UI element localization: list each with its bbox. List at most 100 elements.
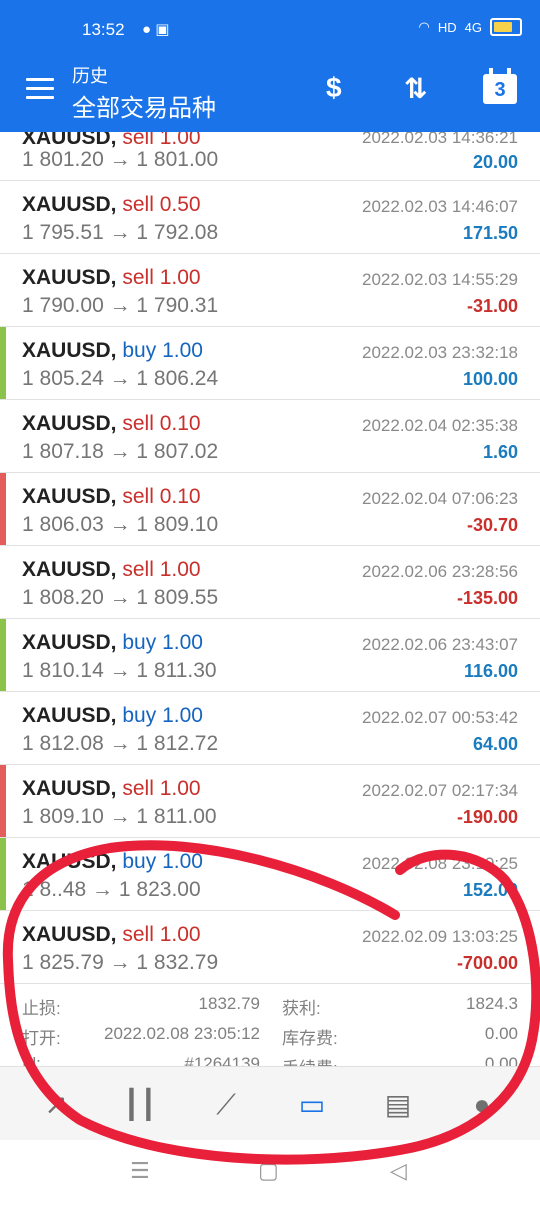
- trade-row[interactable]: XAUUSD, sell 1.00 1 801.20 → 1 801.00 2022…: [0, 132, 540, 181]
- fee-value: 0.00: [484, 1054, 518, 1066]
- trade-prices: 1 808.20 → 1 809.55: [22, 586, 219, 609]
- trade-side: sell 1.00: [122, 923, 201, 946]
- trade-date: 2022.02.04 07:06:23: [362, 489, 518, 508]
- news-icon[interactable]: ▤: [378, 1085, 418, 1125]
- trade-row[interactable]: XAUUSD, sell 1.00 1 808.20 → 1 809.55 2022…: [0, 546, 540, 619]
- trade-row[interactable]: XAUUSD, buy 1.00 1 812.08 → 1 812.72 2022.…: [0, 692, 540, 765]
- trade-date: 2022.02.03 23:32:18: [362, 343, 518, 362]
- tp-label: 获利:: [282, 999, 321, 1018]
- trade-symbol: XAUUSD, buy 1.00: [22, 339, 203, 362]
- trade-side: sell 1.00: [122, 132, 201, 149]
- menu-icon[interactable]: [26, 78, 54, 100]
- trade-icon[interactable]: ⟋: [206, 1085, 246, 1125]
- trade-side: sell 0.50: [122, 193, 201, 216]
- home-icon[interactable]: ▢: [258, 1158, 279, 1184]
- trade-prices: 1 810.14 → 1 811.30: [22, 659, 217, 682]
- trade-date: 2022.02.03 14:55:29: [362, 270, 518, 289]
- trade-date: 2022.02.07 00:53:42: [362, 708, 518, 727]
- trade-row[interactable]: XAUUSD, sell 1.00 1 790.00 → 1 790.31 2022…: [0, 254, 540, 327]
- trade-list[interactable]: XAUUSD, sell 1.00 1 801.20 → 1 801.00 2022…: [0, 132, 540, 1066]
- swap-label: 库存费:: [282, 1029, 338, 1048]
- trade-profit: 1.60: [482, 442, 518, 462]
- trade-profit: 171.50: [462, 223, 518, 243]
- trade-side: sell 1.00: [122, 558, 201, 581]
- trade-row[interactable]: XAUUSD, buy 1.00 1 8..48 → 1 823.00 2022.0…: [0, 838, 540, 911]
- trade-symbol: XAUUSD, sell 0.50: [22, 193, 201, 216]
- dollar-exchange-icon[interactable]: $: [326, 72, 342, 104]
- trade-prices: 1 8..48 → 1 823.00: [22, 878, 201, 901]
- sl-label: 止损:: [22, 999, 61, 1018]
- id-label: Id:: [22, 1054, 41, 1066]
- trade-profit: -30.70: [466, 515, 518, 535]
- trade-row[interactable]: XAUUSD, buy 1.00 1 805.24 → 1 806.24 2022.…: [0, 327, 540, 400]
- trade-date: 2022.02.07 02:17:34: [362, 781, 518, 800]
- trade-prices: 1 801.20 → 1 801.00: [22, 148, 219, 171]
- trade-prices: 1 806.03 → 1 809.10: [22, 513, 219, 536]
- back-icon[interactable]: ◁: [390, 1158, 407, 1184]
- trade-symbol: XAUUSD, buy 1.00: [22, 850, 203, 873]
- id-value: #1264139: [184, 1054, 260, 1066]
- trade-symbol: XAUUSD, buy 1.00: [22, 631, 203, 654]
- trade-profit: -190.00: [456, 807, 518, 827]
- trade-row[interactable]: XAUUSD, sell 0.10 1 806.03 → 1 809.10 2022…: [0, 473, 540, 546]
- trade-symbol: XAUUSD, sell 1.00: [22, 558, 201, 581]
- trade-symbol: XAUUSD, buy 1.00: [22, 704, 203, 727]
- trade-date: 2022.02.03 14:36:21: [362, 132, 518, 147]
- status-right: ◠ HD 4G: [419, 18, 522, 36]
- trade-side: sell 1.00: [122, 266, 201, 289]
- trade-row[interactable]: XAUUSD, buy 1.00 1 810.14 → 1 811.30 2022.…: [0, 619, 540, 692]
- trade-symbol: XAUUSD, sell 1.00: [22, 266, 201, 289]
- trade-profit: 20.00: [472, 152, 518, 172]
- trade-details: 止损: 1832.79 获利: 1824.3 打开: 2022.02.08 23:05:1…: [0, 984, 540, 1066]
- status-time: 13:52: [82, 20, 125, 39]
- trade-symbol: XAUUSD, sell 1.00: [22, 923, 201, 946]
- wifi-icon: ◠: [418, 19, 430, 34]
- history-icon[interactable]: ▭: [292, 1085, 332, 1125]
- trade-profit: -700.00: [456, 953, 518, 973]
- recent-apps-icon[interactable]: ☰: [130, 1158, 150, 1184]
- trade-row[interactable]: XAUUSD, sell 0.50 1 795.51 → 1 792.08 2022…: [0, 181, 540, 254]
- trade-side: buy 1.00: [122, 339, 203, 362]
- open-value: 2022.02.08 23:05:12: [104, 1024, 260, 1043]
- network-label: 4G: [464, 19, 482, 35]
- trade-date: 2022.02.08 23:10:25: [362, 854, 518, 873]
- trade-prices: 1 812.08 → 1 812.72: [22, 732, 219, 755]
- quotes-icon[interactable]: ↗: [36, 1085, 76, 1125]
- trade-side: buy 1.00: [122, 850, 203, 873]
- trade-symbol: XAUUSD, sell 1.00: [22, 777, 201, 800]
- trade-symbol: XAUUSD, sell 0.10: [22, 485, 201, 508]
- battery-icon: [490, 18, 522, 36]
- trade-prices: 1 807.18 → 1 807.02: [22, 440, 219, 463]
- chat-icon[interactable]: ●: [462, 1085, 502, 1125]
- trade-side: buy 1.00: [122, 704, 203, 727]
- sort-icon[interactable]: ⇅: [404, 72, 427, 105]
- open-label: 打开:: [22, 1029, 61, 1048]
- trade-prices: 1 825.79 → 1 832.79: [22, 951, 219, 974]
- trade-symbol: XAUUSD, sell 0.10: [22, 412, 201, 435]
- trade-prices: 1 790.00 → 1 790.31: [22, 294, 219, 317]
- trade-side: sell 0.10: [122, 412, 201, 435]
- trade-row[interactable]: XAUUSD, sell 1.00 1 809.10 → 1 811.00 2022…: [0, 765, 540, 838]
- trade-row[interactable]: XAUUSD, sell 1.00 1 825.79 → 1 832.79 2022…: [0, 911, 540, 984]
- trade-profit: 100.00: [462, 369, 518, 389]
- trade-side: sell 1.00: [122, 777, 201, 800]
- trade-profit: 116.00: [463, 661, 518, 681]
- page-title[interactable]: 全部交易品种: [72, 88, 216, 123]
- trade-profit: -135.00: [456, 588, 518, 608]
- trade-date: 2022.02.06 23:28:56: [362, 562, 518, 581]
- trade-profit: 152.00: [462, 880, 518, 900]
- trade-date: 2022.02.09 13:03:25: [362, 927, 518, 946]
- page-subtitle: 历史: [72, 66, 108, 86]
- chart-candles-icon[interactable]: ┃┃: [120, 1085, 160, 1125]
- hd-badge: HD: [437, 19, 457, 35]
- app-header: 13:52 ● ▣ ◠ HD 4G 历史 全部交易品种 $ ⇅ 3: [0, 0, 540, 132]
- trade-direction-bar: [0, 619, 6, 691]
- trade-prices: 1 795.51 → 1 792.08: [22, 221, 219, 244]
- trade-side: buy 1.00: [122, 631, 203, 654]
- tp-value: 1824.3: [466, 994, 518, 1013]
- trade-profit: -31.00: [466, 296, 518, 316]
- calendar-icon[interactable]: 3: [483, 68, 517, 104]
- trade-prices: 1 809.10 → 1 811.00: [22, 805, 217, 828]
- trade-profit: 64.00: [472, 734, 518, 754]
- trade-row[interactable]: XAUUSD, sell 0.10 1 807.18 → 1 807.02 2022…: [0, 400, 540, 473]
